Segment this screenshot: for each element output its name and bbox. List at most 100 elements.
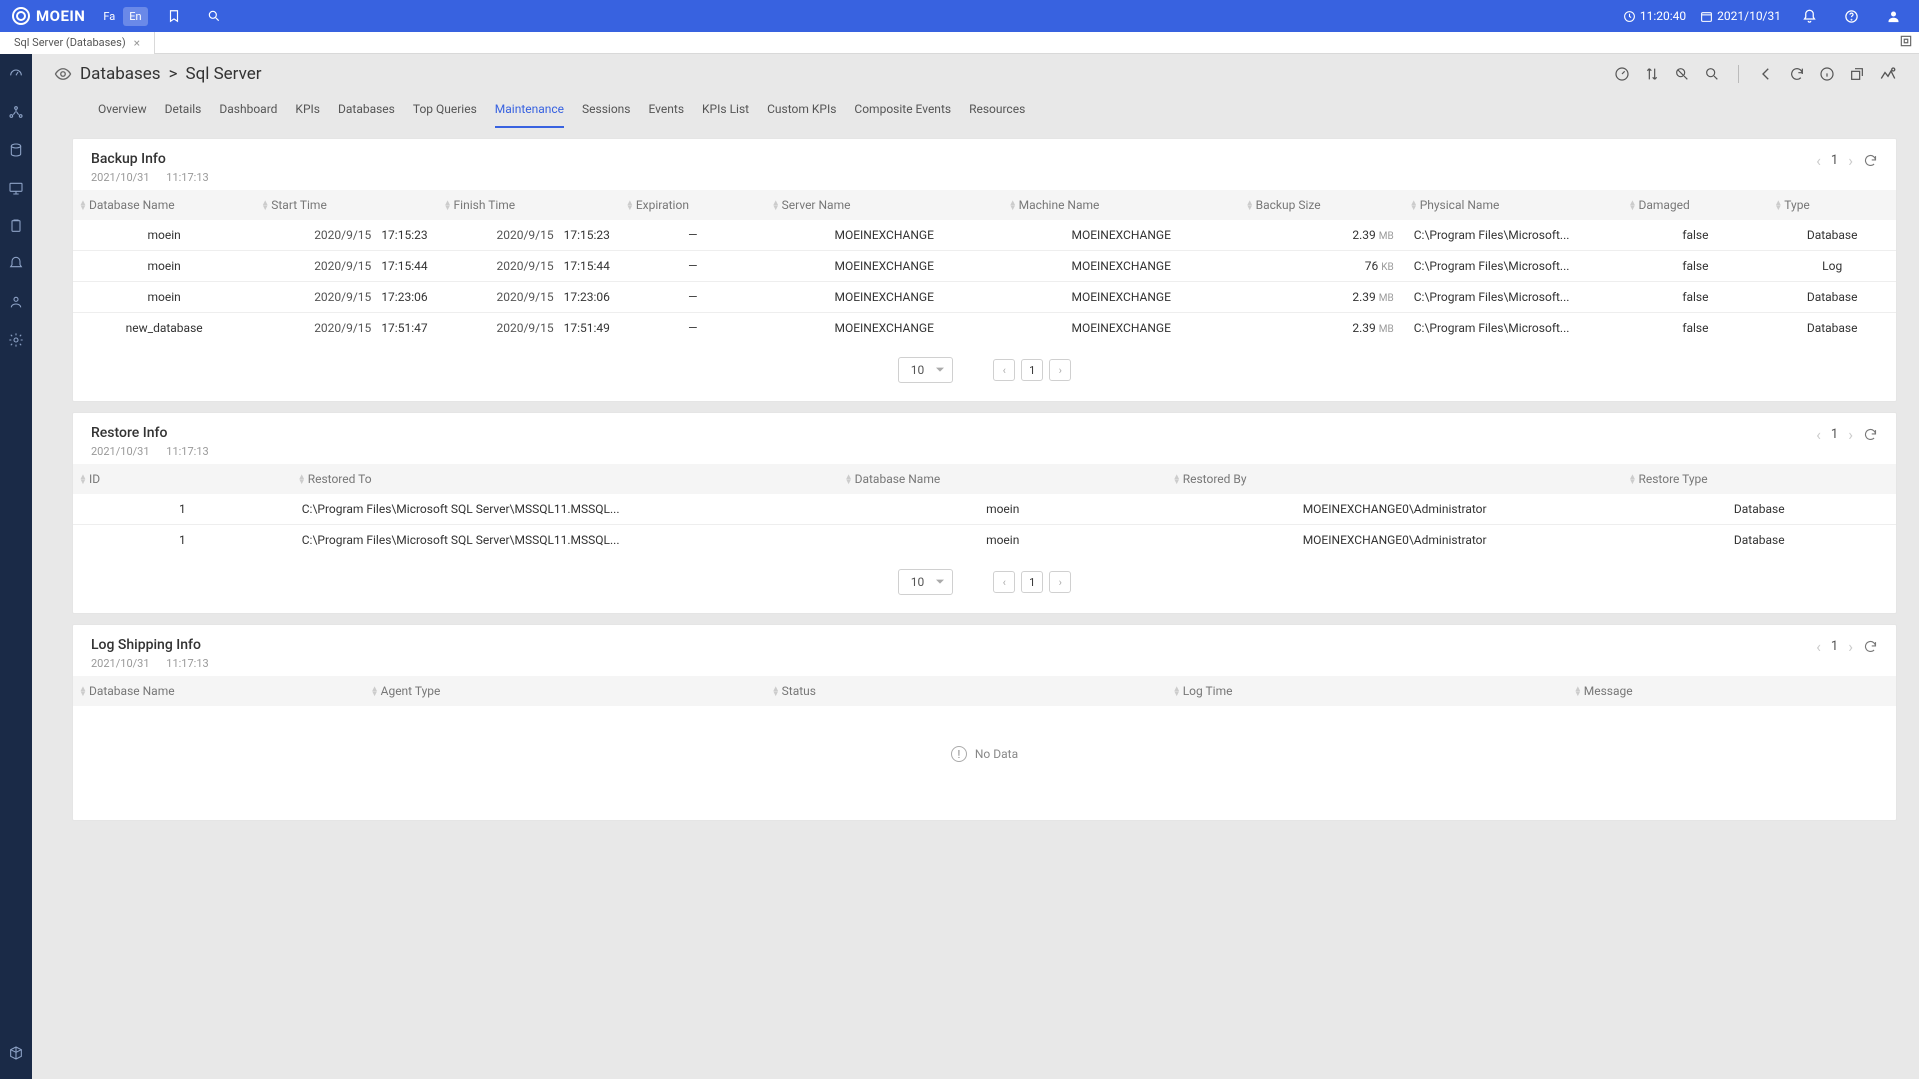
tab-top-queries[interactable]: Top Queries [413,94,477,128]
tab-kpis[interactable]: KPIs [295,94,320,128]
user-icon[interactable] [1879,2,1907,30]
sidebar-settings-icon[interactable] [0,328,32,352]
col-header[interactable]: ▲▼ Start Time [255,190,437,220]
page-size-select[interactable]: 10 [898,357,954,383]
bookmark-icon[interactable] [160,2,188,30]
backup-date: 2021/10/31 [91,171,150,184]
close-icon[interactable]: × [134,36,140,50]
tab-dashboard[interactable]: Dashboard [219,94,277,128]
panel-next-icon[interactable]: › [1848,151,1853,170]
col-header[interactable]: ▲▼ Status [766,676,1167,706]
col-header[interactable]: ▲▼ Log Time [1167,676,1568,706]
lang-en[interactable]: En [123,7,147,26]
pager-next[interactable]: › [1049,571,1071,593]
col-header[interactable]: ▲▼ Expiration [620,190,766,220]
sidebar-cube-icon[interactable] [0,1041,32,1065]
tab-composite-events[interactable]: Composite Events [854,94,951,128]
logship-nodata: ! No Data [73,706,1896,802]
col-header[interactable]: ▲▼ Finish Time [438,190,620,220]
info-icon[interactable] [1819,66,1835,82]
restore-title: Restore Info [91,425,223,441]
panel-next-icon[interactable]: › [1848,425,1853,444]
filter-off-icon[interactable] [1674,66,1690,82]
tab-databases[interactable]: Databases [338,94,395,128]
tab-sqlserver-databases[interactable]: Sql Server (Databases) × [0,32,155,54]
col-header[interactable]: ▲▼ Restored By [1167,464,1623,494]
pager-page-1[interactable]: 1 [1021,571,1043,593]
sidebar-alerts-icon[interactable] [0,252,32,276]
tab-sessions[interactable]: Sessions [582,94,630,128]
col-header[interactable]: ▲▼ Backup Size [1240,190,1404,220]
gauge-icon[interactable] [1614,66,1630,82]
backup-pagination: 10 ‹ 1 › [73,343,1896,383]
fullscreen-icon[interactable] [1899,34,1913,48]
date-label: 2021/10/31 [1717,9,1781,23]
tab-maintenance[interactable]: Maintenance [495,94,564,128]
sidebar-topology-icon[interactable] [0,100,32,124]
backup-table: ▲▼ Database Name▲▼ Start Time▲▼ Finish T… [73,190,1896,343]
bell-icon[interactable] [1795,2,1823,30]
table-row[interactable]: 1 C:\Program Files\Microsoft SQL Server\… [73,494,1896,525]
sort-icon[interactable] [1644,66,1660,82]
col-header[interactable]: ▲▼ Restored To [292,464,839,494]
search-page-icon[interactable] [1704,66,1720,82]
refresh-page-icon[interactable] [1789,66,1805,82]
back-icon[interactable] [1757,65,1775,83]
col-header[interactable]: ▲▼ Physical Name [1404,190,1623,220]
page-size-select[interactable]: 10 [898,569,954,595]
col-header[interactable]: ▲▼ Restore Type [1623,464,1896,494]
subtab-bar: Overview Details Dashboard KPIs Databases Top… [54,84,1897,128]
sidebar-database-icon[interactable] [0,138,32,162]
col-header[interactable]: ▲▼ Server Name [766,190,1003,220]
tab-resources[interactable]: Resources [969,94,1025,128]
sidebar-clipboard-icon[interactable] [0,214,32,238]
tab-events[interactable]: Events [649,94,685,128]
refresh-icon[interactable] [1863,427,1878,442]
pager-prev[interactable]: ‹ [993,359,1015,381]
table-row[interactable]: 1 C:\Program Files\Microsoft SQL Server\… [73,525,1896,556]
chart-settings-icon[interactable] [1879,65,1897,83]
logship-time: 11:17:13 [166,657,208,670]
col-header[interactable]: ▲▼ Damaged [1623,190,1769,220]
table-row[interactable]: moein 2020/9/1517:15:44 2020/9/1517:15:4… [73,251,1896,282]
col-header[interactable]: ▲▼ Database Name [73,676,365,706]
panel-prev-icon[interactable]: ‹ [1816,637,1821,656]
header-right: 11:20:40 2021/10/31 [1623,2,1907,30]
help-icon[interactable] [1837,2,1865,30]
pager-next[interactable]: › [1049,359,1071,381]
backup-subtitle: 2021/10/31 11:17:13 [91,171,223,184]
restore-table: ▲▼ ID▲▼ Restored To▲▼ Database Name▲▼ Re… [73,464,1896,555]
panel-prev-icon[interactable]: ‹ [1816,151,1821,170]
pager-prev[interactable]: ‹ [993,571,1015,593]
tab-kpis-list[interactable]: KPIs List [702,94,749,128]
col-header[interactable]: ▲▼ ID [73,464,292,494]
col-header[interactable]: ▲▼ Message [1568,676,1896,706]
sidebar-users-icon[interactable] [0,290,32,314]
panel-prev-icon[interactable]: ‹ [1816,425,1821,444]
col-header[interactable]: ▲▼ Machine Name [1003,190,1240,220]
table-row[interactable]: moein 2020/9/1517:15:23 2020/9/1517:15:2… [73,220,1896,251]
breadcrumb: Databases > Sql Server [54,64,262,84]
tab-overview[interactable]: Overview [98,94,147,128]
refresh-icon[interactable] [1863,639,1878,654]
table-row[interactable]: new_database 2020/9/1517:51:47 2020/9/15… [73,313,1896,344]
sidebar-dashboard-icon[interactable] [0,62,32,86]
col-header[interactable]: ▲▼ Database Name [73,190,255,220]
table-row[interactable]: moein 2020/9/1517:23:06 2020/9/1517:23:0… [73,282,1896,313]
refresh-icon[interactable] [1863,153,1878,168]
tab-custom-kpis[interactable]: Custom KPIs [767,94,836,128]
tab-details[interactable]: Details [165,94,202,128]
panel-next-icon[interactable]: › [1848,637,1853,656]
brand-logo[interactable]: MOEIN [12,7,85,25]
popout-icon[interactable] [1849,66,1865,82]
panel-restore-info: Restore Info 2021/10/31 11:17:13 ‹ 1 › ▲… [72,412,1897,614]
col-header[interactable]: ▲▼ Agent Type [365,676,766,706]
pager-page-1[interactable]: 1 [1021,359,1043,381]
logship-date: 2021/10/31 [91,657,150,670]
col-header[interactable]: ▲▼ Type [1768,190,1896,220]
col-header[interactable]: ▲▼ Database Name [839,464,1167,494]
lang-fa[interactable]: Fa [97,7,121,26]
search-icon[interactable] [200,2,228,30]
sidebar-monitor-icon[interactable] [0,176,32,200]
crumb-databases[interactable]: Databases [80,64,161,84]
